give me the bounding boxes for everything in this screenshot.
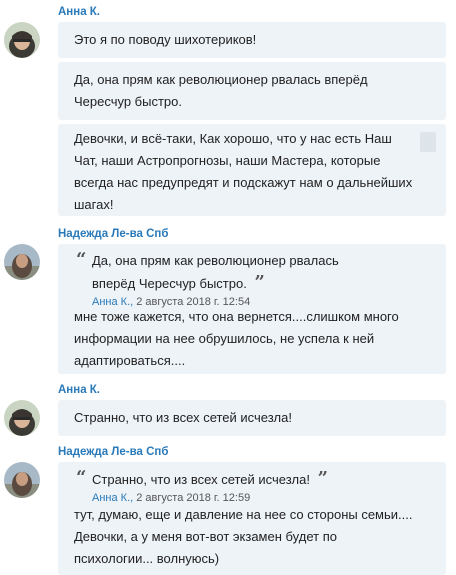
text-line: психологии... волнуюсь): [74, 551, 220, 566]
text-line: всегда нас предупредят и подскажут нам о…: [74, 175, 413, 190]
avatar[interactable]: [4, 244, 40, 280]
quote-open-icon: “: [76, 249, 87, 270]
avatar[interactable]: [4, 22, 40, 58]
text-line: Чат, наши Астропрогнозы, наши Мастера, к…: [74, 153, 381, 168]
message-author[interactable]: Анна К.: [58, 384, 100, 396]
text-line: Девочки, а у меня вот-вот экзамен будет …: [74, 529, 337, 544]
message-bubble: “ Странно, что из всех сетей исчезла! ” …: [58, 462, 446, 575]
quote-block: “ Да, она прям как революционер рвалась …: [74, 249, 416, 309]
message-text: Странно, что из всех сетей исчезла!: [74, 410, 292, 425]
quote-date: 2 августа 2018 г. 12:59: [136, 492, 251, 504]
text-line: тут, думаю, еще и давление на нее со сто…: [74, 507, 413, 522]
quote-author-link[interactable]: Анна К.,: [92, 492, 133, 504]
message-bubble: “ Да, она прям как революционер рвалась …: [58, 244, 446, 374]
quote-block: “ Странно, что из всех сетей исчезла! ” …: [74, 467, 416, 505]
message-bubble: Странно, что из всех сетей исчезла!: [58, 400, 446, 436]
text-line: Девочки, и всё-таки, Как хорошо, что у н…: [74, 131, 392, 146]
quote-close-icon: ”: [317, 468, 328, 489]
text-line: Да, она прям как революционер рвалась вп…: [74, 72, 368, 87]
message-author[interactable]: Анна К.: [58, 6, 100, 18]
message-text: тут, думаю, еще и давление на нее со сто…: [74, 504, 416, 570]
quote-close-icon: ”: [254, 272, 265, 293]
text-line: адаптироваться....: [74, 353, 186, 368]
message-text: Это я по поводу шихотериков!: [74, 32, 257, 47]
message-text: Девочки, и всё-таки, Как хорошо, что у н…: [74, 128, 416, 216]
scroll-handle[interactable]: [420, 132, 436, 152]
text-line: шагах!: [74, 197, 114, 212]
quote-meta: Анна К., 2 августа 2018 г. 12:59: [92, 491, 416, 505]
message-text: Да, она прям как революционер рвалась вп…: [74, 69, 416, 113]
message-author[interactable]: Надежда Ле-ва Спб: [58, 446, 168, 458]
message-author[interactable]: Надежда Ле-ва Спб: [58, 228, 168, 240]
message-text: мне тоже кажется, что она вернется....сл…: [74, 306, 416, 372]
avatar[interactable]: [4, 462, 40, 498]
quote-open-icon: “: [76, 467, 87, 488]
message-bubble: Это я по поводу шихотериков!: [58, 22, 446, 58]
text-line: мне тоже кажется, что она вернется....сл…: [74, 309, 399, 324]
quote-text: Да, она прям как революционер рвалась: [92, 253, 339, 268]
avatar[interactable]: [4, 400, 40, 436]
quote-text: вперёд Чересчур быстро.: [92, 276, 247, 291]
quote-text: Странно, что из всех сетей исчезла!: [92, 472, 310, 487]
message-bubble: Девочки, и всё-таки, Как хорошо, что у н…: [58, 124, 446, 216]
message-bubble: Да, она прям как революционер рвалась вп…: [58, 62, 446, 120]
text-line: информации на нее обрушилось, не успела …: [74, 331, 375, 346]
text-line: Чересчур быстро.: [74, 94, 182, 109]
